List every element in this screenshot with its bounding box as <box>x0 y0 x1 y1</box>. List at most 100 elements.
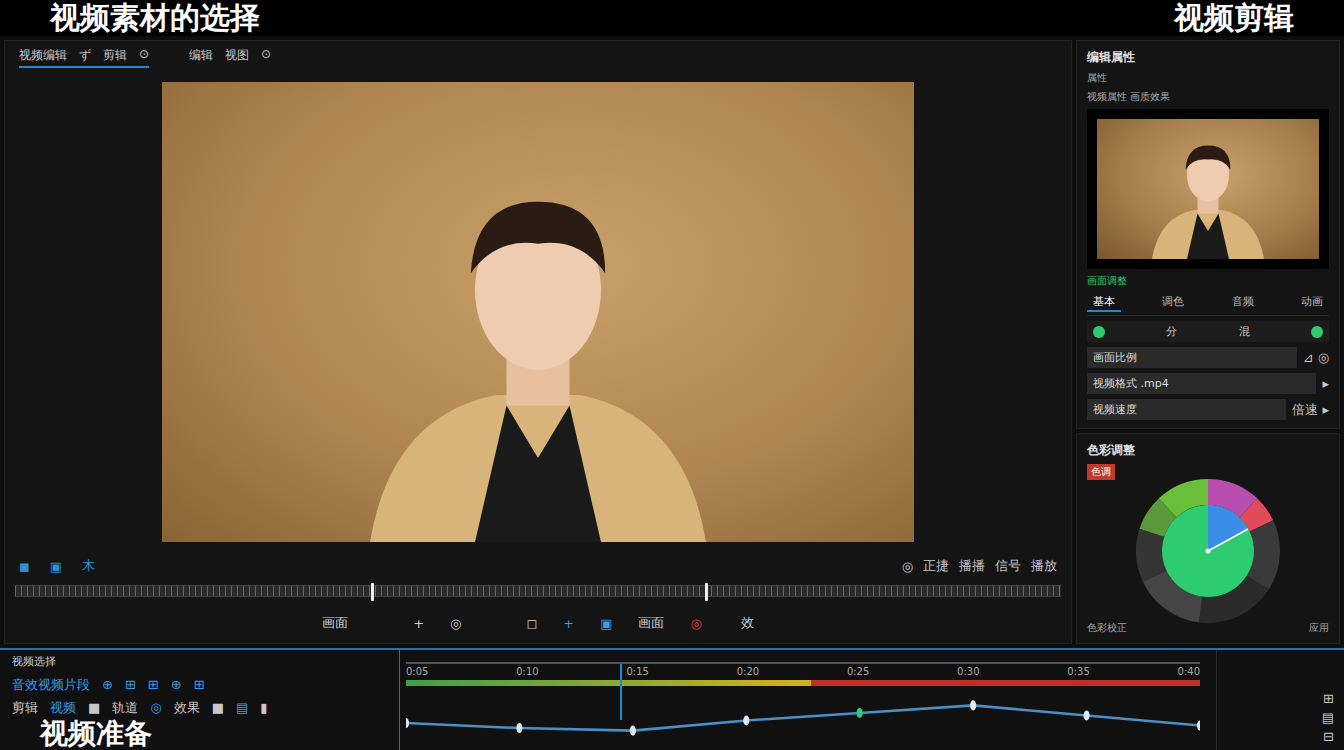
person-figure-icon <box>1133 119 1283 259</box>
timeline-tool[interactable]: ⊞ <box>125 677 136 692</box>
field-value[interactable]: ▸ <box>1322 376 1329 391</box>
ruler-label: 0:35 <box>1067 666 1089 680</box>
header-title: 视频剪辑 <box>1174 0 1294 36</box>
inspector-title: 编辑属性 <box>1087 49 1329 66</box>
tool-button[interactable]: ゞ效 <box>728 614 754 632</box>
toolbar-item[interactable]: 剪辑 <box>103 47 127 64</box>
toolbar-item[interactable]: 视图 <box>225 47 249 64</box>
transport-option[interactable]: 正捷 <box>923 557 949 575</box>
field-value[interactable]: ⊿ ◎ <box>1303 350 1329 365</box>
transport-option[interactable]: 播播 <box>959 557 985 575</box>
toolbar-item[interactable]: ず <box>79 47 91 64</box>
tool-button[interactable]: ◻ <box>526 616 537 631</box>
keyframe-point[interactable] <box>743 715 749 725</box>
keyframe-point[interactable] <box>516 723 522 733</box>
toggle-label: 混 <box>1239 324 1250 339</box>
wheel-center[interactable] <box>1162 505 1254 597</box>
track-label[interactable]: ▮ <box>260 700 267 715</box>
track-label[interactable]: 轨道 <box>112 699 138 717</box>
timeline-tool[interactable]: ⊞ <box>194 677 205 692</box>
field-value[interactable]: 倍速 ▸ <box>1292 401 1329 419</box>
tool-button[interactable]: ゞ <box>374 614 387 632</box>
tool-button[interactable]: ◎ <box>690 616 701 631</box>
inspector-panel: 编辑属性属性视频属性 画质效果画面调整基本调色音频动画分混画面比例⊿ ◎视频格式… <box>1076 40 1340 644</box>
keyframe-curve-icon[interactable] <box>406 686 1200 750</box>
inspector-tab[interactable]: 音频 <box>1226 293 1260 312</box>
tool-button[interactable]: + <box>563 616 574 631</box>
inspector-subtitle: 属性 <box>1087 71 1329 85</box>
track-label[interactable]: 剪辑 <box>12 699 38 717</box>
timeline-tool[interactable]: ⊕ <box>171 677 182 692</box>
transport-button[interactable]: ▣ <box>50 559 62 574</box>
wheel-segment[interactable] <box>1136 528 1166 581</box>
transport-row: ◼ ▣ 木 ◎ 正捷播播信号播放 <box>5 553 1071 579</box>
timeline-tool[interactable]: ⊞ <box>148 677 159 692</box>
header-title: 视频素材的选择 <box>50 0 260 36</box>
field-input[interactable]: 画面比例 <box>1087 347 1297 368</box>
toolbar-group: 视频编辑ず剪辑 ⊙ <box>19 45 149 68</box>
scrubber <box>5 579 1071 603</box>
keyframe-point[interactable] <box>406 718 409 728</box>
section-label: 画面调整 <box>1087 274 1329 288</box>
thumbnail <box>1087 109 1329 269</box>
editor-window: 视频素材的选择视频剪辑视频编辑ず剪辑⊙编辑视图⊙◼▣木◎正捷播播信号播放画面ゞ+… <box>0 0 1344 750</box>
footer-label[interactable]: 色彩校正 <box>1087 621 1127 635</box>
timeline-tool[interactable]: ⊕ <box>102 677 113 692</box>
track-label[interactable]: 视频 <box>50 699 76 717</box>
field-input[interactable]: 视频格式 .mp4 <box>1087 373 1316 394</box>
color-card: 色彩调整色调色彩校正应用 <box>1076 433 1340 644</box>
keyframe-point[interactable] <box>1197 721 1200 731</box>
time-ruler: 0:050:100:150:200:250:300:350:40 <box>406 662 1200 680</box>
tool-button[interactable]: ◎ <box>450 616 461 631</box>
keyframe-point[interactable] <box>630 726 636 736</box>
color-title: 色彩调整 <box>1087 442 1329 459</box>
tool-button[interactable]: ▣ <box>600 616 612 631</box>
ruler-label: 0:30 <box>957 666 979 680</box>
toolbar-item[interactable]: ⊙ <box>261 47 271 64</box>
keyframe-point[interactable] <box>1084 710 1090 720</box>
scrubber-marker[interactable] <box>705 583 708 601</box>
tool-button[interactable]: 画面 <box>322 614 348 632</box>
track-label-row: 剪辑视频 ■ 轨道 ◎ 效果 ■ ▤ ▮ <box>0 696 399 719</box>
inspector-tab[interactable]: 动画 <box>1295 293 1329 312</box>
toolbar-item[interactable]: ⊙ <box>139 47 149 64</box>
transport-button[interactable]: 木 <box>82 557 95 575</box>
transport-option[interactable]: 信号 <box>995 557 1021 575</box>
inspector-tab[interactable]: 基本 <box>1087 293 1121 312</box>
wheel-accent <box>1208 505 1248 551</box>
footer-label[interactable]: 应用 <box>1309 621 1329 635</box>
track-label[interactable]: 效果 <box>174 699 200 717</box>
ruler-label: 0:25 <box>847 666 869 680</box>
transport-option[interactable]: ◎ <box>902 559 913 574</box>
side-button[interactable]: ⊟ <box>1323 729 1334 744</box>
color-wheel-icon[interactable] <box>1133 476 1283 626</box>
inspector-tab[interactable]: 调色 <box>1156 293 1190 312</box>
keyframe-point[interactable] <box>970 700 976 710</box>
ruler-label: 0:15 <box>626 666 648 680</box>
thumbnail-image <box>1097 119 1319 259</box>
tool-button[interactable]: 画面 <box>638 614 664 632</box>
progress-track[interactable] <box>406 680 1200 686</box>
side-button[interactable]: ▤ <box>1322 710 1334 725</box>
scrubber-track[interactable] <box>15 585 1061 597</box>
ruler-label: 0:10 <box>516 666 538 680</box>
toggle-switch[interactable] <box>1093 326 1105 338</box>
field-input[interactable]: 视频速度 <box>1087 399 1286 420</box>
toolbar-item[interactable]: 编辑 <box>189 47 213 64</box>
side-column: ⊞ ▤ ⊟ <box>1216 650 1344 750</box>
track-label[interactable]: ■ <box>88 700 100 715</box>
transport-option[interactable]: 播放 <box>1031 557 1057 575</box>
playhead[interactable] <box>620 664 622 720</box>
track-label[interactable]: ◎ <box>150 700 161 715</box>
track-label[interactable]: ▤ <box>236 700 248 715</box>
keyframe-point[interactable] <box>857 708 863 718</box>
scrubber-marker[interactable] <box>371 583 374 601</box>
tool-button[interactable]: + <box>413 616 424 631</box>
side-button[interactable]: ⊞ <box>1323 691 1334 706</box>
ruler-label: 0:05 <box>406 666 428 680</box>
timeline-subtitle: 音效视频片段 <box>12 676 90 694</box>
transport-button[interactable]: ◼ <box>19 559 30 574</box>
tool-button[interactable]: ゞ <box>487 614 500 632</box>
toolbar-item[interactable]: 视频编辑 <box>19 47 67 64</box>
track-label[interactable]: ■ <box>212 700 224 715</box>
